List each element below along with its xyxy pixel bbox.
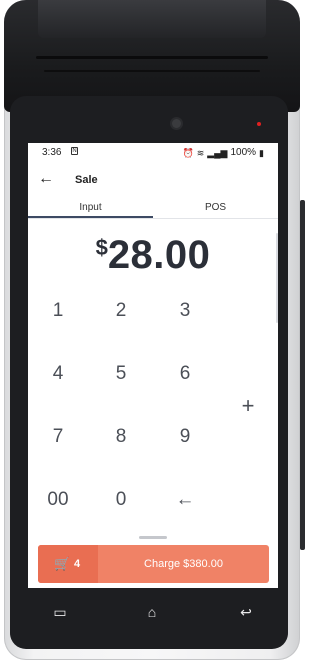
printer-cover (38, 0, 266, 38)
recent-apps-icon[interactable]: ▭ (48, 602, 72, 622)
tab-input[interactable]: Input (28, 202, 153, 213)
tab-indicator (28, 216, 153, 218)
wifi-icon: ≋ (196, 147, 205, 158)
page-title: Sale (75, 174, 98, 186)
drag-handle[interactable] (139, 536, 167, 539)
key-0[interactable]: 0 (91, 485, 151, 515)
app-bar: ← Sale (28, 169, 278, 193)
battery-percent: 100% (230, 147, 257, 158)
amount-value: 28.00 (107, 233, 211, 277)
status-time: 3:36 (42, 147, 62, 158)
cart-icon: 🛒 (54, 556, 71, 571)
key-8[interactable]: 8 (91, 422, 151, 452)
cart-button[interactable]: 🛒 4 (38, 545, 98, 583)
alarm-icon: ⏰ (182, 147, 194, 158)
side-button[interactable] (300, 200, 305, 550)
home-icon[interactable]: ⌂ (140, 602, 164, 622)
arrow-left-icon[interactable]: ← (38, 170, 54, 188)
nav-back-icon[interactable]: ↩ (234, 602, 258, 622)
charge-button[interactable]: Charge $380.00 (98, 545, 269, 583)
screen: 3:36 N ⏰ ≋ ▂▄▆ 100% ▮ ← Sale Input POS $… (28, 143, 278, 588)
paper-slot (36, 56, 268, 59)
key-1[interactable]: 1 (28, 296, 88, 326)
cart-count: 4 (74, 558, 81, 570)
key-5[interactable]: 5 (91, 359, 151, 389)
amount-display: $28.00 (28, 233, 278, 278)
status-bar: 3:36 N ⏰ ≋ ▂▄▆ 100% ▮ (28, 143, 278, 161)
tab-divider (28, 218, 278, 219)
signal-icon: ▂▄▆ (207, 147, 228, 158)
paper-slot-lower (44, 70, 260, 72)
system-nav-bar: ▭ ⌂ ↩ (28, 598, 278, 628)
key-6[interactable]: 6 (155, 359, 215, 389)
tab-bar: Input POS (28, 199, 278, 219)
scroll-indicator (276, 233, 278, 323)
key-9[interactable]: 9 (155, 422, 215, 452)
key-7[interactable]: 7 (28, 422, 88, 452)
currency-symbol: $ (95, 235, 108, 260)
charge-bar: 🛒 4 Charge $380.00 (38, 545, 269, 583)
plus-key[interactable]: + (233, 391, 263, 421)
key-00[interactable]: 00 (28, 485, 88, 515)
tab-pos[interactable]: POS (153, 202, 278, 213)
status-icons: ⏰ ≋ ▂▄▆ 100% ▮ (182, 147, 264, 158)
front-camera (172, 119, 181, 128)
key-2[interactable]: 2 (91, 296, 151, 326)
notification-icon: N (71, 147, 78, 155)
key-4[interactable]: 4 (28, 359, 88, 389)
battery-icon: ▮ (259, 147, 264, 158)
key-3[interactable]: 3 (155, 296, 215, 326)
status-led (257, 122, 261, 126)
backspace-key[interactable]: ← (155, 485, 215, 515)
